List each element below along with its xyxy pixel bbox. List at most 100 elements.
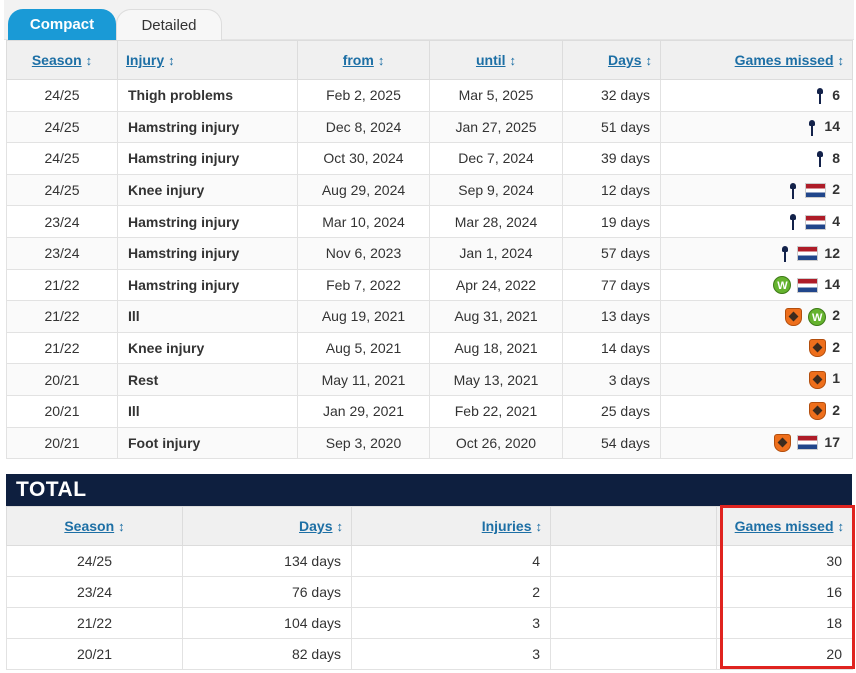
injury-row: 23/24 Hamstring injury Mar 10, 2024 Mar 28,…	[6, 205, 853, 238]
injury-row: 20/21 Ill Jan 29, 2021 Feb 22, 2021 25 days 2	[6, 394, 853, 428]
until-cell: Aug 18, 2021	[429, 331, 563, 365]
until-cell: Mar 28, 2024	[429, 205, 563, 238]
sort-arrows-icon: ↕	[837, 519, 845, 534]
injury-cell: Ill	[117, 394, 298, 428]
total-games-missed-cell: 18	[716, 607, 853, 639]
total-season-cell: 24/25	[6, 545, 183, 577]
injury-table: Season ↕ Injury ↕ from ↕ until ↕ Days ↕ Games…	[6, 40, 853, 460]
tottenham-crest-icon[interactable]	[787, 182, 799, 199]
games-missed-value: 6	[832, 86, 840, 103]
sort-games-missed[interactable]: Games missed ↕	[660, 40, 853, 80]
sort-season[interactable]: Season ↕	[6, 40, 118, 80]
season-cell: 23/24	[6, 205, 118, 238]
spacer-cell	[550, 607, 717, 639]
sort-total-games-missed[interactable]: Games missed ↕	[716, 506, 853, 546]
games-missed-cell: 2	[660, 394, 853, 428]
injury-row: 21/22 Ill Aug 19, 2021 Aug 31, 2021 13 days W…	[6, 300, 853, 333]
days-cell: 57 days	[562, 236, 661, 270]
injury-cell: Hamstring injury	[117, 110, 298, 144]
sort-until[interactable]: until ↕	[429, 40, 563, 80]
days-cell: 51 days	[562, 110, 661, 144]
games-missed-cell: 6	[660, 79, 853, 112]
until-cell: Jan 27, 2025	[429, 110, 563, 144]
days-cell: 19 days	[562, 205, 661, 238]
injury-cell: Hamstring injury	[117, 205, 298, 238]
total-injuries-cell: 4	[351, 545, 551, 577]
sort-arrows-icon: ↕	[535, 519, 543, 534]
games-missed-cell: 1	[660, 363, 853, 396]
from-cell: Aug 5, 2021	[297, 331, 430, 365]
season-cell: 21/22	[6, 268, 118, 302]
days-cell: 3 days	[562, 363, 661, 396]
from-cell: Jan 29, 2021	[297, 394, 430, 428]
from-cell: Dec 8, 2024	[297, 110, 430, 144]
netherlands-flag-icon[interactable]	[805, 183, 827, 199]
games-missed-value: 2	[832, 307, 840, 324]
header-label: from	[342, 52, 374, 68]
header-label: Days	[299, 518, 333, 534]
days-cell: 32 days	[562, 79, 661, 112]
netherlands-flag-icon[interactable]	[797, 246, 819, 262]
utrecht-crest-icon[interactable]	[809, 339, 827, 358]
wolfsburg-crest-icon[interactable]: W	[773, 276, 792, 294]
sort-from[interactable]: from ↕	[297, 40, 430, 80]
days-cell: 12 days	[562, 173, 661, 207]
sort-injury[interactable]: Injury ↕	[117, 40, 298, 80]
total-games-missed-cell: 16	[716, 576, 853, 608]
sort-total-season[interactable]: Season ↕	[6, 506, 183, 546]
total-days-cell: 134 days	[182, 545, 352, 577]
tab-detailed[interactable]: Detailed	[116, 9, 222, 40]
utrecht-crest-icon[interactable]	[774, 433, 792, 452]
utrecht-crest-icon[interactable]	[809, 402, 827, 421]
games-missed-value: 4	[832, 213, 840, 230]
games-missed-cell: 14	[660, 110, 853, 144]
wolfsburg-crest-icon[interactable]: W	[808, 307, 827, 326]
header-label: Season	[31, 52, 82, 68]
tab-compact[interactable]: Compact	[8, 9, 116, 40]
netherlands-flag-icon[interactable]	[797, 277, 819, 293]
games-missed-value: 14	[824, 118, 840, 135]
sort-days[interactable]: Days ↕	[562, 40, 661, 80]
header-label: Injury	[126, 52, 165, 68]
total-season-cell: 20/21	[6, 638, 183, 670]
tottenham-crest-icon[interactable]	[806, 119, 818, 136]
until-cell: Feb 22, 2021	[429, 394, 563, 428]
from-cell: Mar 10, 2024	[297, 205, 430, 238]
sort-arrows-icon: ↕	[336, 519, 344, 534]
until-cell: Oct 26, 2020	[429, 426, 563, 460]
games-missed-value: 1	[832, 370, 840, 387]
from-cell: Aug 29, 2024	[297, 173, 430, 207]
until-cell: Dec 7, 2024	[429, 142, 563, 175]
spacer-header	[550, 506, 717, 546]
tottenham-crest-icon[interactable]	[814, 151, 826, 168]
injury-row: 21/22 Knee injury Aug 5, 2021 Aug 18, 2021 1…	[6, 331, 853, 365]
from-cell: Nov 6, 2023	[297, 236, 430, 270]
total-days-cell: 104 days	[182, 607, 352, 639]
days-cell: 13 days	[562, 300, 661, 333]
header-label: Games missed	[734, 518, 834, 534]
games-missed-cell: 4	[660, 205, 853, 238]
sort-total-injuries[interactable]: Injuries ↕	[351, 506, 551, 546]
games-missed-cell: 2	[660, 331, 853, 365]
netherlands-flag-icon[interactable]	[797, 435, 819, 451]
games-missed-value: 17	[824, 433, 840, 450]
sort-total-days[interactable]: Days ↕	[182, 506, 352, 546]
tottenham-crest-icon[interactable]	[787, 214, 799, 231]
utrecht-crest-icon[interactable]	[785, 307, 803, 326]
tottenham-crest-icon[interactable]	[779, 245, 791, 262]
header-label: Season	[64, 518, 115, 534]
total-section-title: TOTAL	[6, 474, 852, 506]
until-cell: Mar 5, 2025	[429, 79, 563, 112]
season-cell: 24/25	[6, 110, 118, 144]
games-missed-value: 2	[832, 338, 840, 355]
totals-table: Season ↕ Days ↕ Injuries ↕ Games missed ↕ 24…	[6, 506, 853, 670]
tottenham-crest-icon[interactable]	[814, 87, 826, 104]
until-cell: Sep 9, 2024	[429, 173, 563, 207]
netherlands-flag-icon[interactable]	[805, 214, 827, 230]
season-cell: 21/22	[6, 300, 118, 333]
season-cell: 21/22	[6, 331, 118, 365]
injury-cell: Knee injury	[117, 331, 298, 365]
utrecht-crest-icon[interactable]	[809, 370, 827, 389]
total-injuries-cell: 2	[351, 576, 551, 608]
from-cell: Oct 30, 2024	[297, 142, 430, 175]
